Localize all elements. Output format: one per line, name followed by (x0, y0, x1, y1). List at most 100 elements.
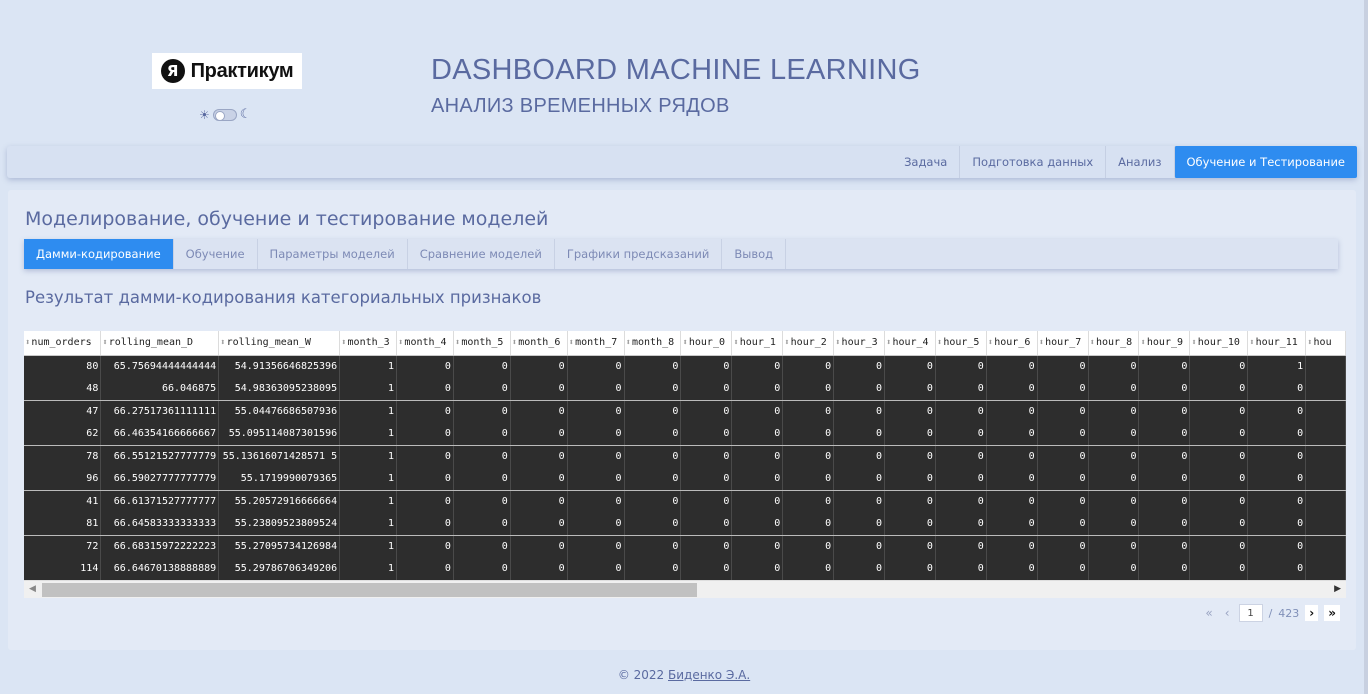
table-cell: 0 (986, 422, 1038, 446)
table-cell: 0 (1037, 400, 1089, 423)
column-header[interactable]: ⬍hour_10 (1189, 331, 1249, 356)
sort-icon[interactable]: ⬍ (1039, 338, 1044, 348)
table-cell: 0 (453, 355, 511, 378)
column-header[interactable]: ⬍month_7 (567, 331, 625, 356)
column-header[interactable]: ⬍month_3 (339, 331, 397, 356)
column-header[interactable]: ⬍month_8 (624, 331, 682, 356)
tab-prediction-charts[interactable]: Графики предсказаний (555, 239, 723, 269)
table-cell: 0 (731, 377, 784, 401)
column-header[interactable]: ⬍hour_8 (1088, 331, 1140, 356)
column-header-label: hour_11 (1255, 337, 1298, 349)
column-header[interactable]: ⬍hour_0 (680, 331, 733, 356)
page-number-input[interactable]: 1 (1238, 604, 1263, 622)
sort-icon[interactable]: ⬍ (220, 338, 225, 348)
column-header[interactable]: ⬍hou (1305, 331, 1346, 356)
table-cell: 66.64670138888889 (100, 557, 220, 581)
sort-icon[interactable]: ⬍ (626, 338, 631, 348)
table-cell: 54.98363095238095 (218, 377, 341, 401)
tab-model-comparison[interactable]: Сравнение моделей (408, 239, 555, 269)
horizontal-scrollbar[interactable]: ◀ ▶ (24, 580, 1346, 598)
column-header[interactable]: ⬍hour_3 (833, 331, 886, 356)
theme-switch[interactable] (212, 108, 237, 121)
table-cell: 0 (1088, 445, 1140, 468)
column-header[interactable]: ⬍hour_2 (782, 331, 835, 356)
sort-icon[interactable]: ⬍ (341, 338, 346, 348)
column-header[interactable]: ⬍hour_7 (1037, 331, 1089, 356)
table-cell: 0 (1189, 467, 1249, 491)
scrollbar-thumb[interactable] (42, 583, 697, 597)
sort-icon[interactable]: ⬍ (682, 338, 687, 348)
column-header-label: month_5 (461, 337, 504, 349)
table-cell: 0 (567, 377, 625, 401)
tab-training[interactable]: Обучение (174, 239, 258, 269)
first-page-button[interactable]: « (1202, 606, 1215, 620)
column-header[interactable]: ⬍hour_9 (1138, 331, 1191, 356)
table-cell: 0 (935, 557, 987, 581)
praktikum-logo[interactable]: Я Практикум (152, 53, 302, 89)
column-header[interactable]: ⬍rolling_mean_D (100, 331, 220, 356)
table-cell: 0 (833, 445, 886, 468)
sort-icon[interactable]: ⬍ (886, 338, 891, 348)
logo-text: Практикум (190, 59, 294, 82)
sort-icon[interactable]: ⬍ (455, 338, 460, 348)
table-cell: 0 (567, 422, 625, 446)
table-cell: 0 (1247, 445, 1307, 468)
tab-dummy-encoding[interactable]: Дамми-кодирование (24, 239, 174, 269)
table-cell: 0 (453, 535, 511, 558)
table-cell: 72 (24, 535, 102, 558)
sort-icon[interactable]: ⬍ (1249, 338, 1254, 348)
sort-icon[interactable]: ⬍ (733, 338, 738, 348)
sort-icon[interactable]: ⬍ (398, 338, 403, 348)
table-cell: 66.61371527777777 (100, 490, 220, 513)
sort-icon[interactable]: ⬍ (1140, 338, 1145, 348)
table-cell: 0 (833, 355, 886, 378)
last-page-button[interactable]: » (1324, 605, 1340, 621)
tab-conclusion[interactable]: Вывод (722, 239, 787, 269)
sort-icon[interactable]: ⬍ (937, 338, 942, 348)
top-navigation: Задача Подготовка данных Анализ Обучение… (7, 146, 1357, 178)
table-cell: 0 (453, 422, 511, 446)
column-header[interactable]: ⬍hour_11 (1247, 331, 1307, 356)
sort-icon[interactable]: ⬍ (569, 338, 574, 348)
column-header[interactable]: ⬍rolling_mean_W (218, 331, 341, 356)
table-cell: 0 (680, 355, 733, 378)
sort-icon[interactable]: ⬍ (1191, 338, 1196, 348)
column-header[interactable]: ⬍num_orders (24, 331, 102, 356)
footer-copyright: © 2022 (617, 668, 665, 682)
footer-author-link[interactable]: Биденко Э.А. (668, 668, 750, 682)
table-row: 48 66.046875 54.98363095238095 1 0 0 0 0 0 0 0 0 0 0 0… (24, 377, 1346, 401)
sort-icon[interactable]: ⬍ (25, 338, 30, 348)
sort-icon[interactable]: ⬍ (988, 338, 993, 348)
table-cell: 0 (1189, 535, 1249, 558)
nav-item-training-testing[interactable]: Обучение и Тестирование (1173, 146, 1357, 178)
table-cell: 0 (1088, 377, 1140, 401)
nav-item-task[interactable]: Задача (892, 146, 959, 178)
scroll-left-arrow-icon[interactable]: ◀ (29, 584, 36, 594)
column-header[interactable]: ⬍hour_5 (935, 331, 987, 356)
sort-icon[interactable]: ⬍ (1307, 338, 1312, 348)
sort-icon[interactable]: ⬍ (835, 338, 840, 348)
scroll-right-arrow-icon[interactable]: ▶ (1334, 584, 1341, 594)
nav-item-data-prep[interactable]: Подготовка данных (959, 146, 1105, 178)
next-page-button[interactable]: › (1305, 605, 1319, 621)
column-header[interactable]: ⬍month_6 (510, 331, 568, 356)
sort-icon[interactable]: ⬍ (1090, 338, 1095, 348)
theme-toggle[interactable]: ☀ ☾ (199, 108, 251, 121)
column-header[interactable]: ⬍hour_6 (986, 331, 1038, 356)
column-header[interactable]: ⬍hour_4 (884, 331, 936, 356)
column-header[interactable]: ⬍month_4 (396, 331, 454, 356)
column-header[interactable]: ⬍hour_1 (731, 331, 784, 356)
tab-model-params[interactable]: Параметры моделей (258, 239, 408, 269)
sort-icon[interactable]: ⬍ (102, 338, 107, 348)
sort-icon[interactable]: ⬍ (784, 338, 789, 348)
nav-item-analysis[interactable]: Анализ (1105, 146, 1173, 178)
table-cell: 0 (1189, 490, 1249, 513)
table-cell: 1 (1247, 355, 1307, 378)
pagination: « ‹ 1 / 423 › » (1202, 604, 1340, 622)
column-header-label: month_3 (347, 337, 390, 349)
prev-page-button[interactable]: ‹ (1222, 606, 1233, 620)
sort-icon[interactable]: ⬍ (512, 338, 517, 348)
table-cell: 0 (884, 512, 936, 536)
table-cell (1305, 422, 1346, 446)
column-header[interactable]: ⬍month_5 (453, 331, 511, 356)
